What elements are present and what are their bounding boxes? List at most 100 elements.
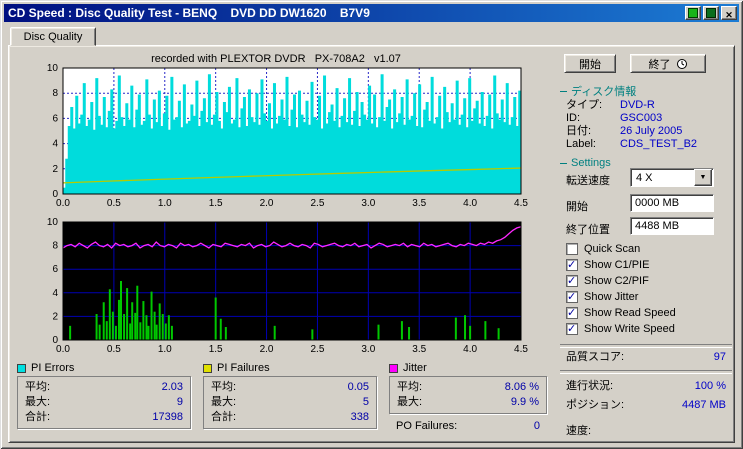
disc-date-row: 日付: 26 July 2005 — [566, 125, 726, 138]
speed-label: 速度: — [566, 425, 592, 437]
stat-row: 最大: 5 — [211, 395, 369, 410]
checkbox-icon[interactable] — [566, 274, 578, 287]
pi-errors-chart: 10864200.0 0.5 1.0 1.5 2.0 2.5 3.0 3.5 4.0 4.5 — [47, 64, 529, 209]
progress-value: 100 % — [694, 380, 726, 392]
stats-row: PI Errors 平均: 2.03 最大: 9 合計: 17398 PI Failu… — [17, 361, 551, 433]
svg-text:4.0: 4.0 — [463, 198, 477, 209]
stat-label: 最大: — [25, 396, 51, 408]
checkbox-icon[interactable] — [566, 306, 578, 319]
start-position-label: 開始 — [566, 201, 588, 213]
stat-label: 平均: — [211, 381, 237, 393]
position-label: ポジション: — [566, 399, 625, 411]
stat-value: 2.03 — [161, 381, 183, 393]
svg-text:10: 10 — [47, 218, 59, 228]
disc-id-row: ID: GSC003 — [566, 112, 726, 125]
start-position-input[interactable] — [630, 194, 714, 212]
stat-row: 平均: 8.06 % — [397, 380, 539, 395]
section-dash-icon — [560, 90, 567, 92]
po-failures-row: PO Failures: 0 — [389, 419, 547, 433]
svg-text:2: 2 — [52, 164, 58, 175]
checkbox-label: Quick Scan — [584, 242, 641, 255]
clock-icon — [676, 58, 688, 70]
svg-text:0.0: 0.0 — [56, 198, 70, 209]
close-icon — [725, 6, 733, 21]
end-position-row: 終了位置 — [558, 217, 734, 237]
start-position-row: 開始 — [558, 194, 734, 214]
stop-button-label: 終了 — [648, 58, 671, 71]
svg-text:0.5: 0.5 — [107, 344, 121, 355]
progress-label: 進行状況: — [566, 380, 614, 392]
disc-label-row: Label: CDS_TEST_B2 — [566, 138, 726, 151]
start-button-label: 開始 — [579, 58, 601, 71]
divider — [560, 344, 732, 348]
checkbox-icon[interactable] — [566, 322, 578, 335]
quality-score-value: 97 — [713, 351, 726, 363]
svg-text:4: 4 — [52, 139, 58, 150]
jitter-stats: Jitter 平均: 8.06 % 最大: 9.9 % PO Failures: 0 — [389, 361, 547, 433]
section-dash-icon — [560, 162, 567, 164]
pi-failures-title: PI Failures — [217, 362, 270, 374]
checkbox-show-jitter[interactable]: Show Jitter — [566, 290, 638, 303]
svg-text:3.5: 3.5 — [412, 344, 426, 355]
jitter-box: 平均: 8.06 % 最大: 9.9 % — [389, 376, 547, 414]
checkbox-show-c1-pie[interactable]: Show C1/PIE — [566, 258, 649, 271]
svg-text:8: 8 — [52, 88, 58, 99]
checkbox-quick-scan[interactable]: Quick Scan — [566, 242, 640, 255]
app-window: CD Speed : Disc Quality Test - BENQ DVD … — [0, 0, 743, 449]
svg-text:3.5: 3.5 — [412, 198, 426, 209]
main-panel: recorded with PLEXTOR DVDR PX-708A2 v1.0… — [8, 45, 735, 443]
end-position-label: 終了位置 — [566, 224, 610, 236]
checkbox-show-c2-pif[interactable]: Show C2/PIF — [566, 274, 649, 287]
quality-score-row: 品質スコア: 97 — [566, 351, 726, 364]
titlebar-icon-1-button[interactable] — [685, 6, 701, 20]
checkbox-icon[interactable] — [566, 242, 578, 255]
disc-type-value: DVD-R — [620, 99, 655, 111]
svg-text:4.5: 4.5 — [514, 344, 528, 355]
svg-text:8: 8 — [52, 241, 58, 252]
divider — [560, 370, 732, 374]
position-row: ポジション: 4487 MB — [566, 399, 726, 412]
jitter-legend: Jitter — [389, 361, 547, 375]
stat-value: 338 — [350, 411, 369, 423]
stat-value: 17398 — [152, 411, 183, 423]
transfer-speed-select[interactable]: 4 X ▼ — [630, 168, 714, 187]
pi-errors-box: 平均: 2.03 最大: 9 合計: 17398 — [17, 376, 191, 429]
disc-date-label: 日付: — [566, 125, 592, 137]
checkbox-show-read-speed[interactable]: Show Read Speed — [566, 306, 676, 319]
titlebar-icon-2-button[interactable] — [703, 6, 719, 20]
end-position-input[interactable] — [630, 217, 714, 235]
tab-disc-quality[interactable]: Disc Quality — [10, 27, 96, 46]
close-button[interactable] — [721, 6, 737, 20]
stat-label: 合計: — [25, 411, 51, 423]
pi-errors-swatch-icon — [17, 363, 26, 373]
pi-errors-legend: PI Errors — [17, 361, 191, 375]
stat-label: 平均: — [25, 381, 51, 393]
checkbox-icon[interactable] — [566, 290, 578, 303]
checkbox-label: Show C2/PIF — [584, 274, 649, 287]
stat-value: 9 — [176, 396, 183, 408]
svg-text:2.5: 2.5 — [310, 344, 324, 355]
quality-score-label: 品質スコア: — [566, 351, 625, 363]
start-button[interactable]: 開始 — [564, 54, 616, 73]
pi-errors-title: PI Errors — [31, 362, 75, 374]
window-title: CD Speed : Disc Quality Test - BENQ DVD … — [8, 6, 370, 20]
position-value: 4487 MB — [681, 399, 726, 411]
svg-text:2.0: 2.0 — [260, 198, 274, 209]
svg-text:6: 6 — [52, 113, 58, 124]
disc-label-label: Label: — [566, 138, 596, 150]
checkbox-icon[interactable] — [566, 258, 578, 271]
checkbox-label: Show Write Speed — [584, 322, 675, 335]
stat-label: 平均: — [397, 381, 423, 393]
transfer-speed-value: 4 X — [636, 171, 653, 184]
checkbox-show-write-speed[interactable]: Show Write Speed — [566, 322, 675, 335]
transfer-speed-row: 転送速度 4 X ▼ — [558, 168, 734, 188]
svg-text:2: 2 — [52, 311, 58, 322]
chevron-down-icon[interactable]: ▼ — [694, 169, 712, 186]
sidebar: 開始 終了 ディスク情報 タイプ: DVD-R ID: GSC003 日付: 26 J… — [558, 52, 734, 442]
jitter-title: Jitter — [403, 362, 427, 374]
stop-button[interactable]: 終了 — [630, 54, 706, 73]
action-buttons: 開始 終了 — [564, 54, 706, 73]
svg-text:1.0: 1.0 — [158, 344, 172, 355]
svg-text:1.0: 1.0 — [158, 198, 172, 209]
svg-text:1.5: 1.5 — [209, 198, 223, 209]
